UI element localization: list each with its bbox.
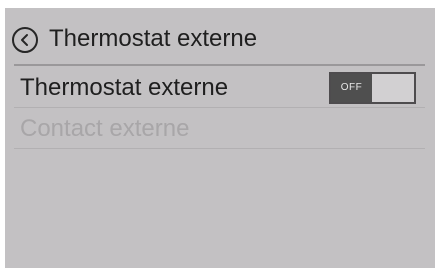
- settings-screen: Thermostat externe Thermostat externe OF…: [5, 8, 435, 268]
- header-divider: [14, 64, 425, 66]
- row-divider: [14, 148, 425, 149]
- setting-row-thermostat-externe[interactable]: Thermostat externe OFF: [14, 68, 425, 108]
- toggle-state-label: OFF: [340, 82, 363, 93]
- header-bar: Thermostat externe: [5, 8, 435, 66]
- toggle-knob: OFF: [331, 74, 372, 102]
- page-title: Thermostat externe: [49, 25, 258, 52]
- back-button[interactable]: [12, 27, 38, 53]
- row-divider: [14, 107, 425, 108]
- setting-label: Contact externe: [20, 115, 190, 142]
- setting-row-contact-externe[interactable]: Contact externe: [14, 109, 425, 149]
- chevron-left-icon: [21, 34, 28, 46]
- thermostat-toggle[interactable]: OFF: [329, 72, 416, 104]
- setting-label: Thermostat externe: [20, 74, 229, 101]
